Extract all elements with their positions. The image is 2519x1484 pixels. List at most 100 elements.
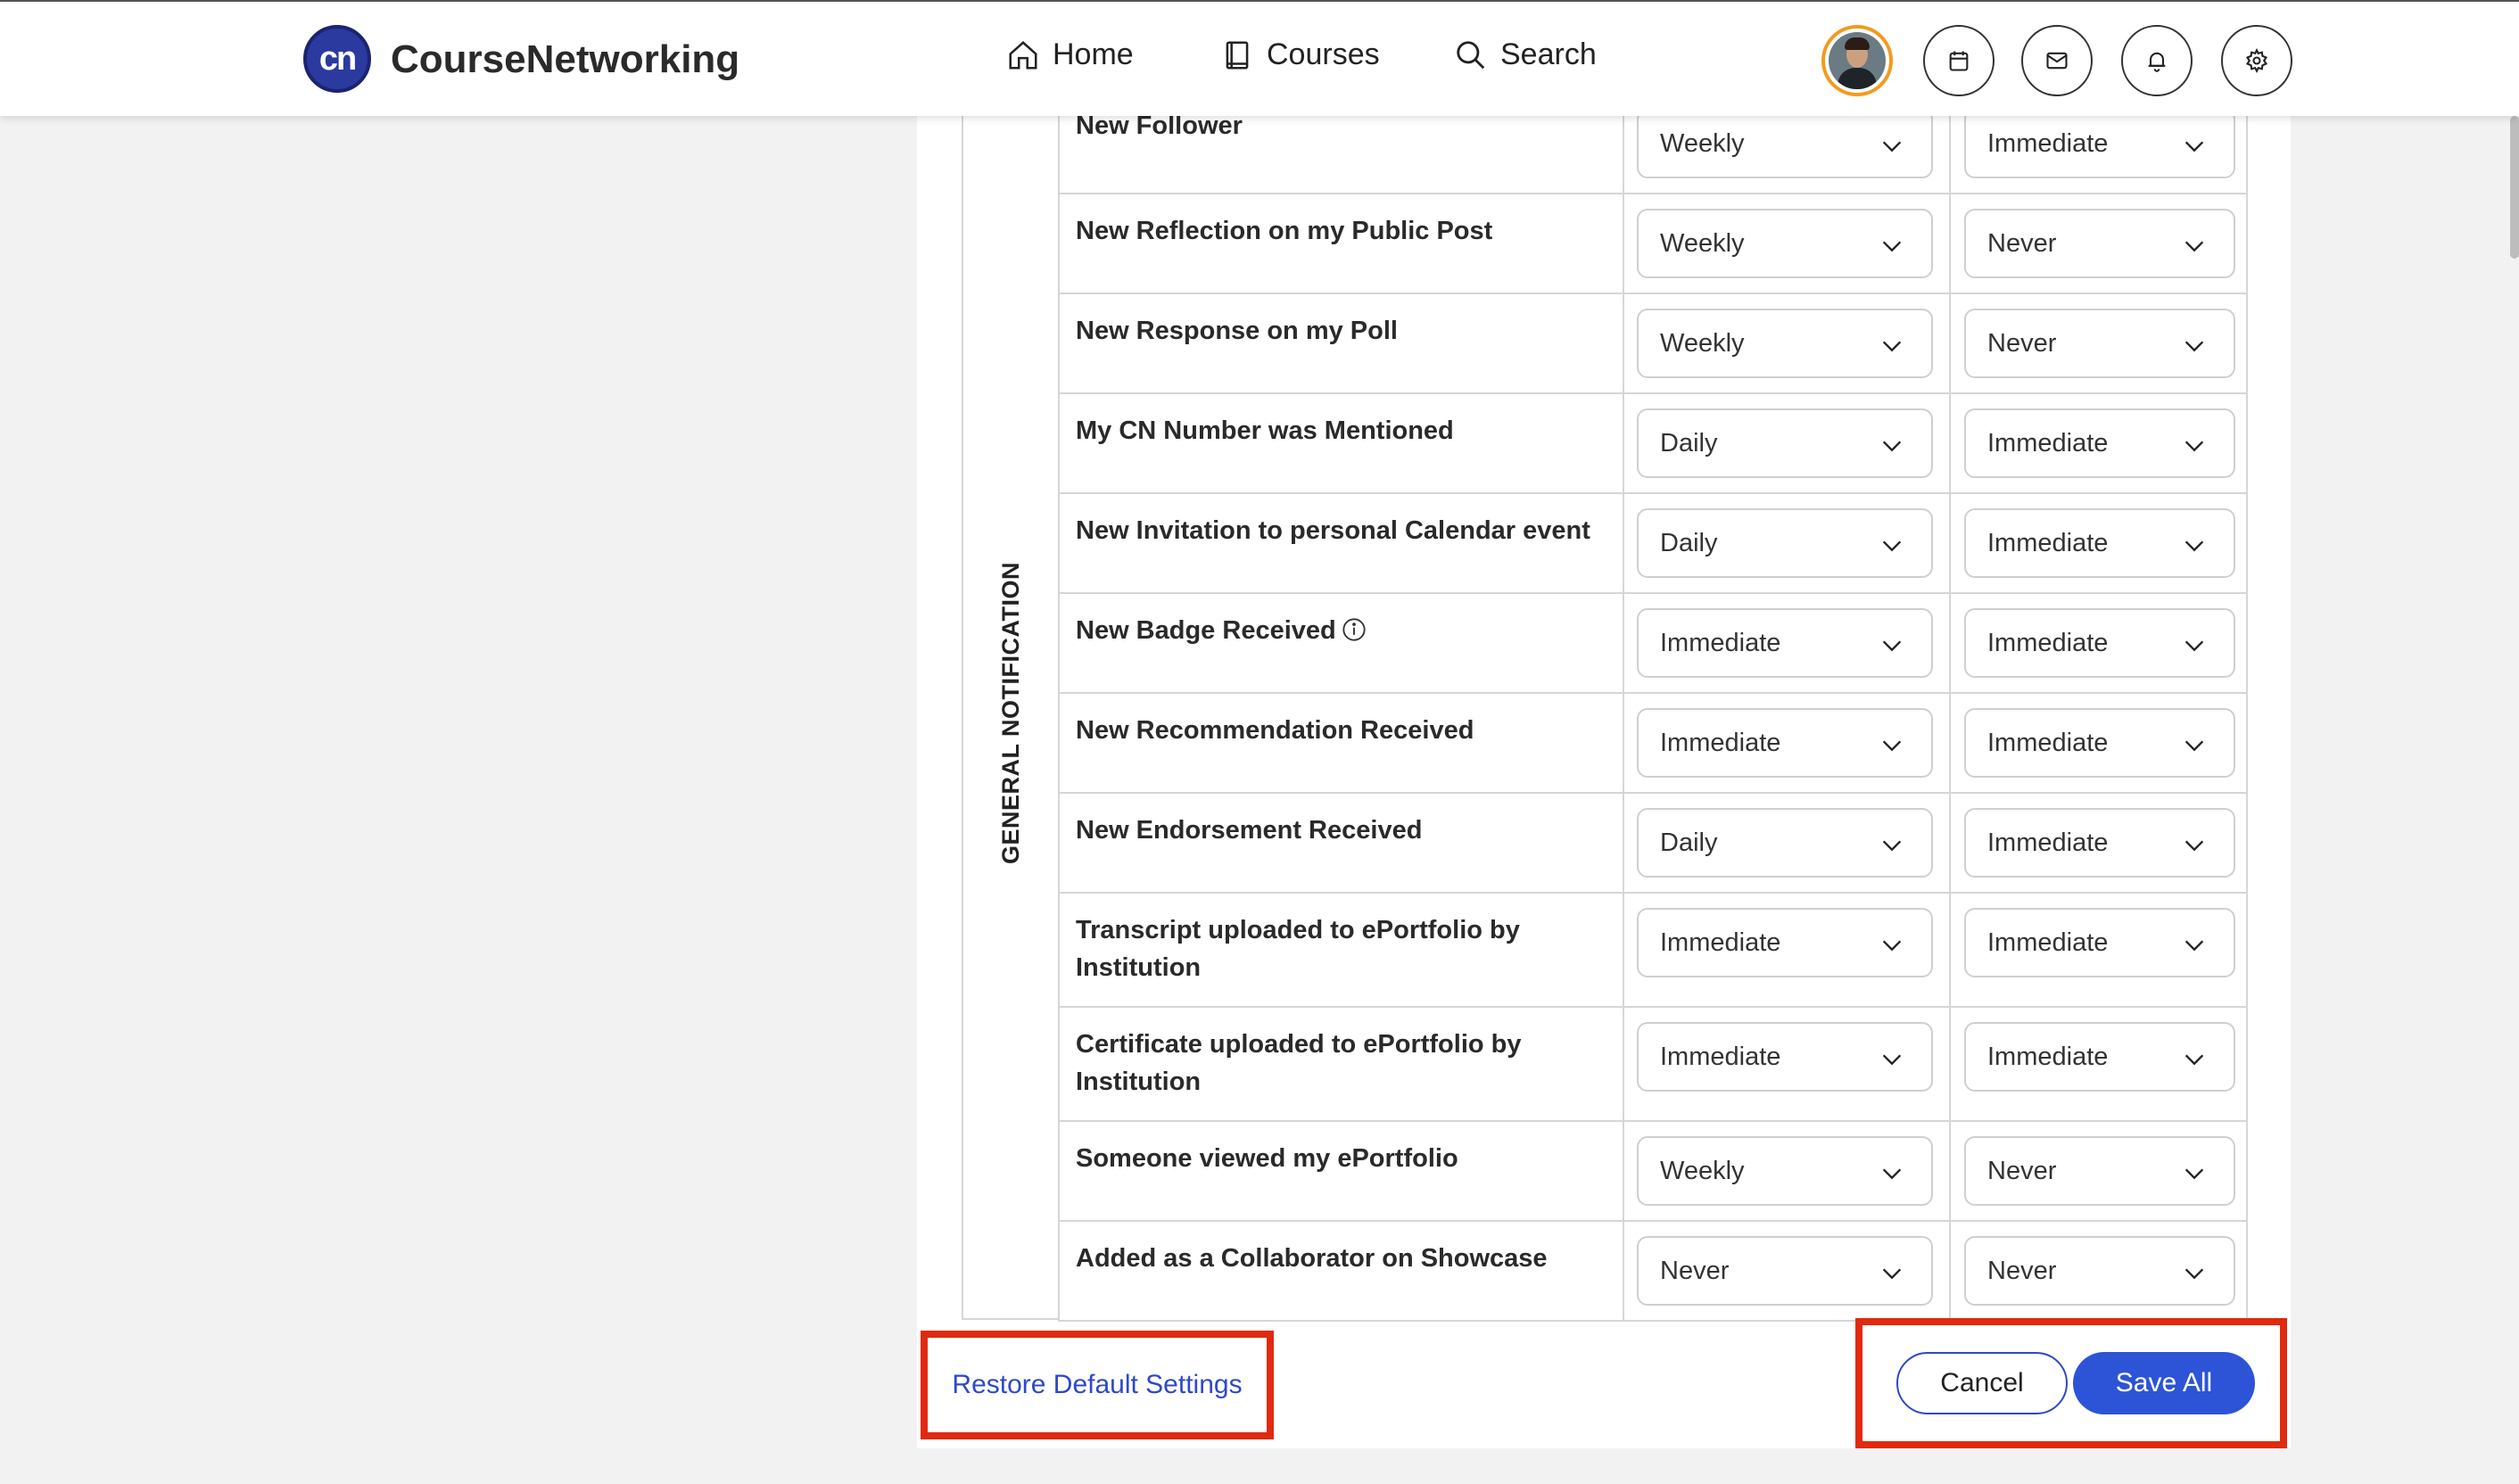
chevron-down-icon (2185, 141, 2204, 153)
email-frequency-select[interactable]: Never (1637, 1236, 1933, 1306)
row-label: Certificate uploaded to ePortfolio by In… (1076, 1030, 1522, 1096)
row-label: My CN Number was Mentioned (1076, 416, 1454, 445)
select-value: Daily (1660, 528, 1718, 557)
column-divider (1623, 794, 1624, 892)
chevron-down-icon (1882, 1054, 1902, 1066)
row-label: New Badge Received (1076, 612, 1620, 649)
actions-highlight-box: Cancel Save All (1855, 1318, 2287, 1448)
app-frequency-select[interactable]: Never (1964, 309, 2235, 378)
email-frequency-select[interactable]: Daily (1637, 508, 1933, 578)
cancel-button[interactable]: Cancel (1896, 1352, 2068, 1414)
app-frequency-select[interactable]: Never (1964, 1236, 2235, 1306)
select-value: Daily (1660, 428, 1718, 458)
chevron-down-icon (1882, 341, 1902, 352)
chevron-down-icon (1882, 740, 1902, 752)
email-frequency-select[interactable]: Weekly (1637, 109, 1933, 178)
settings-button[interactable] (2221, 25, 2292, 96)
coursenetworking-logo[interactable]: cn (303, 25, 371, 93)
app-frequency-select[interactable]: Immediate (1964, 808, 2235, 878)
select-value: Weekly (1660, 128, 1745, 158)
column-divider (1623, 494, 1624, 592)
save-all-button[interactable]: Save All (2073, 1352, 2255, 1414)
calendar-button[interactable] (1923, 25, 1995, 96)
page-scrollbar[interactable] (2510, 116, 2519, 259)
group-label-text: GENERAL NOTIFICATION (996, 561, 1024, 864)
column-divider (1949, 1222, 1951, 1320)
row-label: Someone viewed my ePortfolio (1076, 1144, 1458, 1173)
general-notification-group: GENERAL NOTIFICATION (962, 107, 1058, 1320)
column-divider (1623, 194, 1624, 293)
app-frequency-select[interactable]: Immediate (1964, 1022, 2235, 1092)
chevron-down-icon (1882, 940, 1902, 952)
select-value: Immediate (1987, 928, 2109, 957)
row-label: New Recommendation Received (1076, 716, 1474, 745)
select-value: Immediate (1660, 928, 1781, 957)
select-value: Immediate (1660, 628, 1781, 657)
bell-icon (2148, 52, 2166, 72)
table-row: Someone viewed my ePortfolio Weekly Neve… (1060, 1122, 2246, 1222)
notifications-button[interactable] (2121, 25, 2193, 96)
row-label: New Invitation to personal Calendar even… (1076, 516, 1590, 545)
app-frequency-select[interactable]: Never (1964, 1136, 2235, 1206)
row-label-text: New Badge Received (1076, 616, 1336, 645)
email-frequency-select[interactable]: Immediate (1637, 708, 1933, 778)
logo-text: cn (318, 39, 357, 78)
nav-home[interactable]: Home (1006, 37, 1134, 72)
app-frequency-select[interactable]: Immediate (1964, 708, 2235, 778)
nav-search[interactable]: Search (1454, 37, 1597, 72)
row-label: New Endorsement Received (1076, 816, 1423, 845)
chevron-down-icon (1882, 1168, 1902, 1180)
email-frequency-select[interactable]: Weekly (1637, 209, 1933, 278)
top-nav-bar: cn CourseNetworking Home Courses Search (0, 0, 2519, 116)
info-icon[interactable] (1342, 617, 1367, 642)
row-label: New Response on my Poll (1076, 317, 1398, 345)
avatar-hair (1845, 37, 1870, 50)
avatar-body (1838, 68, 1877, 89)
chevron-down-icon (1882, 241, 1902, 252)
restore-default-settings-link[interactable]: Restore Default Settings (952, 1370, 1242, 1400)
brand-name[interactable]: CourseNetworking (391, 37, 739, 82)
email-frequency-select[interactable]: Immediate (1637, 608, 1933, 678)
app-frequency-select[interactable]: Immediate (1964, 508, 2235, 578)
select-value: Immediate (1660, 728, 1781, 757)
nav-courses-label: Courses (1267, 37, 1380, 71)
select-value: Never (1987, 228, 2057, 258)
column-divider (1623, 1222, 1624, 1320)
email-frequency-select[interactable]: Immediate (1637, 1022, 1933, 1092)
column-divider (1949, 1008, 1951, 1120)
table-row: My CN Number was Mentioned Daily Immedia… (1060, 394, 2246, 494)
table-row: New Endorsement Received Daily Immediate (1060, 794, 2246, 894)
table-row: New Badge Received Immediate Immediate (1060, 594, 2246, 694)
app-frequency-select[interactable]: Immediate (1964, 608, 2235, 678)
avatar-photo (1829, 32, 1886, 89)
mail-icon (2046, 52, 2068, 70)
column-divider (1949, 894, 1951, 1006)
search-icon (1457, 40, 1485, 69)
select-value: Immediate (1987, 828, 2109, 857)
chevron-down-icon (2185, 840, 2204, 852)
calendar-icon (1949, 51, 1969, 71)
select-value: Weekly (1660, 328, 1745, 358)
row-label: New Reflection on my Public Post (1076, 217, 1493, 245)
email-frequency-select[interactable]: Daily (1637, 808, 1933, 878)
restore-highlight-box: Restore Default Settings (921, 1331, 1274, 1439)
email-frequency-select[interactable]: Immediate (1637, 908, 1933, 977)
select-value: Weekly (1660, 1156, 1745, 1185)
email-frequency-select[interactable]: Weekly (1637, 309, 1933, 378)
select-value: Never (1660, 1256, 1730, 1285)
chevron-down-icon (1882, 640, 1902, 652)
email-frequency-select[interactable]: Daily (1637, 408, 1933, 478)
table-row: Added as a Collaborator on Showcase Neve… (1060, 1222, 2246, 1322)
messages-button[interactable] (2021, 25, 2093, 96)
app-frequency-select[interactable]: Immediate (1964, 908, 2235, 977)
app-frequency-select[interactable]: Never (1964, 209, 2235, 278)
nav-home-label: Home (1053, 37, 1134, 71)
email-frequency-select[interactable]: Weekly (1637, 1136, 1933, 1206)
user-avatar[interactable] (1821, 25, 1893, 96)
chevron-down-icon (2185, 441, 2204, 452)
notification-settings-table: New Follower Weekly Immediate New Reflec… (1058, 95, 2248, 1322)
app-frequency-select[interactable]: Immediate (1964, 109, 2235, 178)
nav-courses[interactable]: Courses (1220, 37, 1380, 72)
select-value: Never (1987, 328, 2057, 358)
app-frequency-select[interactable]: Immediate (1964, 408, 2235, 478)
